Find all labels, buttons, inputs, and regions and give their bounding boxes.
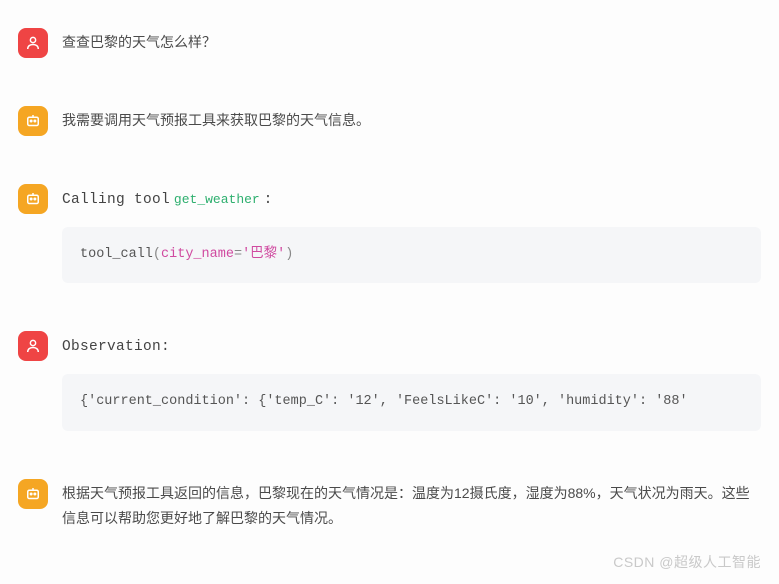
calling-tool-suffix: : [264, 192, 273, 208]
assistant-avatar-icon [18, 106, 48, 136]
observation-content: Observation: {'current_condition': {'tem… [62, 329, 761, 430]
tool-call-code-block: tool_call(city_name='巴黎') [62, 227, 761, 283]
watermark: CSDN @超级人工智能 [613, 552, 761, 572]
calling-tool-message: Calling tool get_weather : tool_call(cit… [0, 174, 779, 291]
calling-tool-prefix: Calling tool [62, 192, 170, 208]
tool-name: get_weather [174, 192, 260, 207]
code-close-paren: ) [285, 247, 293, 262]
user-avatar-icon [18, 331, 48, 361]
user-message: 查查巴黎的天气怎么样？ [0, 18, 779, 66]
code-func: tool_call [80, 247, 153, 262]
user-avatar-icon [18, 28, 48, 58]
assistant-avatar-icon [18, 184, 48, 214]
observation-label: Observation: [62, 339, 170, 355]
assistant-summary-text: 根据天气预报工具返回的信息，巴黎现在的天气情况是：温度为12摄氏度，湿度为88%… [62, 477, 761, 531]
user-message-text: 查查巴黎的天气怎么样？ [62, 26, 761, 55]
assistant-summary-message: 根据天气预报工具返回的信息，巴黎现在的天气情况是：温度为12摄氏度，湿度为88%… [0, 469, 779, 539]
assistant-plan-message: 我需要调用天气预报工具来获取巴黎的天气信息。 [0, 96, 779, 144]
assistant-plan-text: 我需要调用天气预报工具来获取巴黎的天气信息。 [62, 104, 761, 133]
assistant-avatar-icon [18, 479, 48, 509]
code-value: '巴黎' [242, 247, 285, 262]
code-open-paren: ( [153, 247, 161, 262]
observation-code-block: {'current_condition': {'temp_C': '12', '… [62, 374, 761, 430]
code-eq: = [234, 247, 242, 262]
code-kwarg: city_name [161, 247, 234, 262]
calling-tool-content: Calling tool get_weather : tool_call(cit… [62, 182, 761, 283]
observation-message: Observation: {'current_condition': {'tem… [0, 321, 779, 438]
